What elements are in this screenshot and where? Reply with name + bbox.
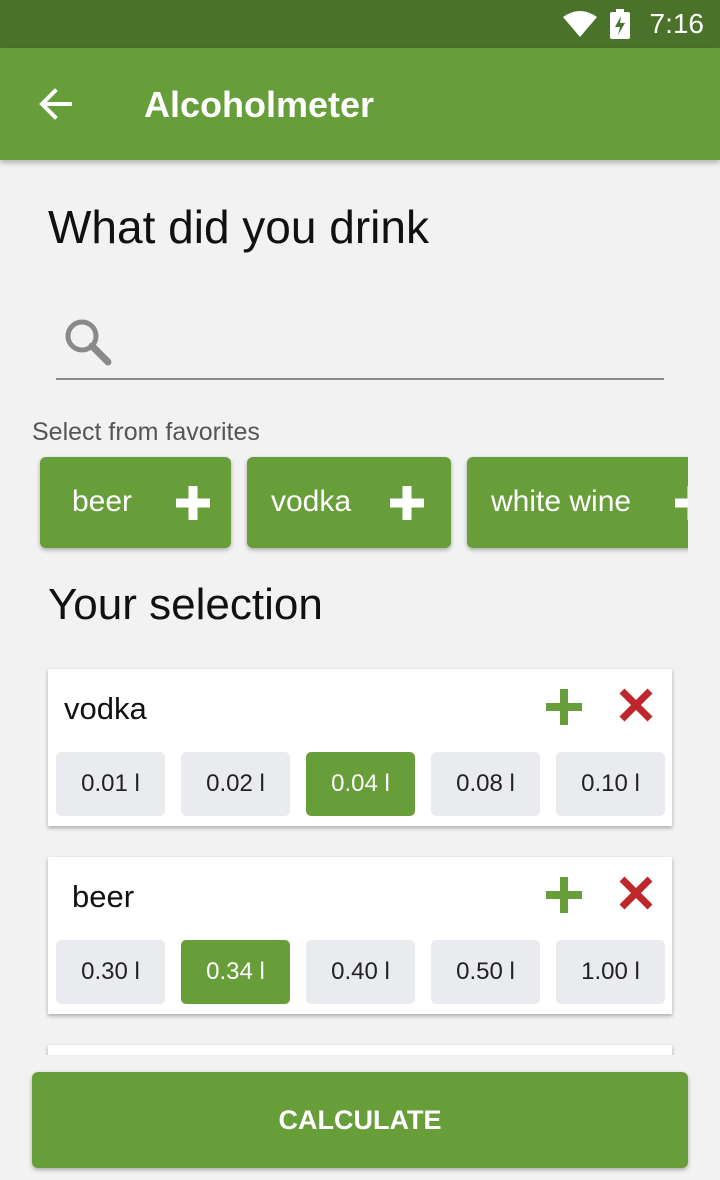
selection-card <box>48 1045 672 1055</box>
size-option[interactable]: 1.00 l <box>556 940 665 1004</box>
favorite-chip-beer[interactable]: beer <box>40 457 231 548</box>
size-option[interactable]: 0.02 l <box>181 752 290 816</box>
plus-icon[interactable] <box>544 687 584 727</box>
favorites-list[interactable]: beer vodka white wine <box>32 450 688 554</box>
search-field[interactable] <box>56 306 664 380</box>
size-option[interactable]: 0.10 l <box>556 752 665 816</box>
size-options: 0.30 l 0.34 l 0.40 l 0.50 l 1.00 l <box>56 940 665 1004</box>
search-icon <box>65 319 112 366</box>
drink-name: beer <box>72 879 135 914</box>
calculate-button[interactable]: CALCULATE <box>32 1072 688 1168</box>
size-option-selected[interactable]: 0.04 l <box>306 752 415 816</box>
page-heading: What did you drink <box>48 201 429 253</box>
favorites-label: Select from favorites <box>32 418 260 446</box>
x-icon[interactable] <box>618 687 654 723</box>
x-icon[interactable] <box>618 875 654 911</box>
battery-charging-icon <box>610 9 630 39</box>
app-bar: Alcoholmeter <box>0 48 720 160</box>
wifi-icon <box>563 11 597 37</box>
plus-icon <box>390 486 424 520</box>
selection-list[interactable]: vodka 0.01 l 0.02 l 0.04 l 0.08 l 0.10 l… <box>0 660 720 1055</box>
plus-icon <box>176 486 210 520</box>
status-bar: 7:16 <box>0 0 720 48</box>
size-option[interactable]: 0.30 l <box>56 940 165 1004</box>
drink-name: vodka <box>64 691 147 726</box>
size-option[interactable]: 0.40 l <box>306 940 415 1004</box>
arrow-left-icon[interactable] <box>36 84 76 124</box>
plus-icon <box>675 486 688 520</box>
favorite-chip-label: vodka <box>271 485 352 518</box>
search-input[interactable] <box>126 316 656 366</box>
favorite-chip-vodka[interactable]: vodka <box>247 457 451 548</box>
favorite-chip-label: white wine <box>491 485 632 518</box>
selection-card-beer: beer 0.30 l 0.34 l 0.40 l 0.50 l 1.00 l <box>48 857 672 1014</box>
selection-heading: Your selection <box>48 580 323 629</box>
size-option[interactable]: 0.08 l <box>431 752 540 816</box>
status-time: 7:16 <box>649 8 705 39</box>
selection-card-vodka: vodka 0.01 l 0.02 l 0.04 l 0.08 l 0.10 l <box>48 669 672 826</box>
size-option[interactable]: 0.50 l <box>431 940 540 1004</box>
favorite-chip-label: beer <box>72 485 133 518</box>
plus-icon[interactable] <box>544 875 584 915</box>
favorite-chip-white-wine[interactable]: white wine <box>467 457 688 548</box>
size-options: 0.01 l 0.02 l 0.04 l 0.08 l 0.10 l <box>56 752 665 816</box>
size-option[interactable]: 0.01 l <box>56 752 165 816</box>
size-option-selected[interactable]: 0.34 l <box>181 940 290 1004</box>
app-title: Alcoholmeter <box>144 84 375 125</box>
